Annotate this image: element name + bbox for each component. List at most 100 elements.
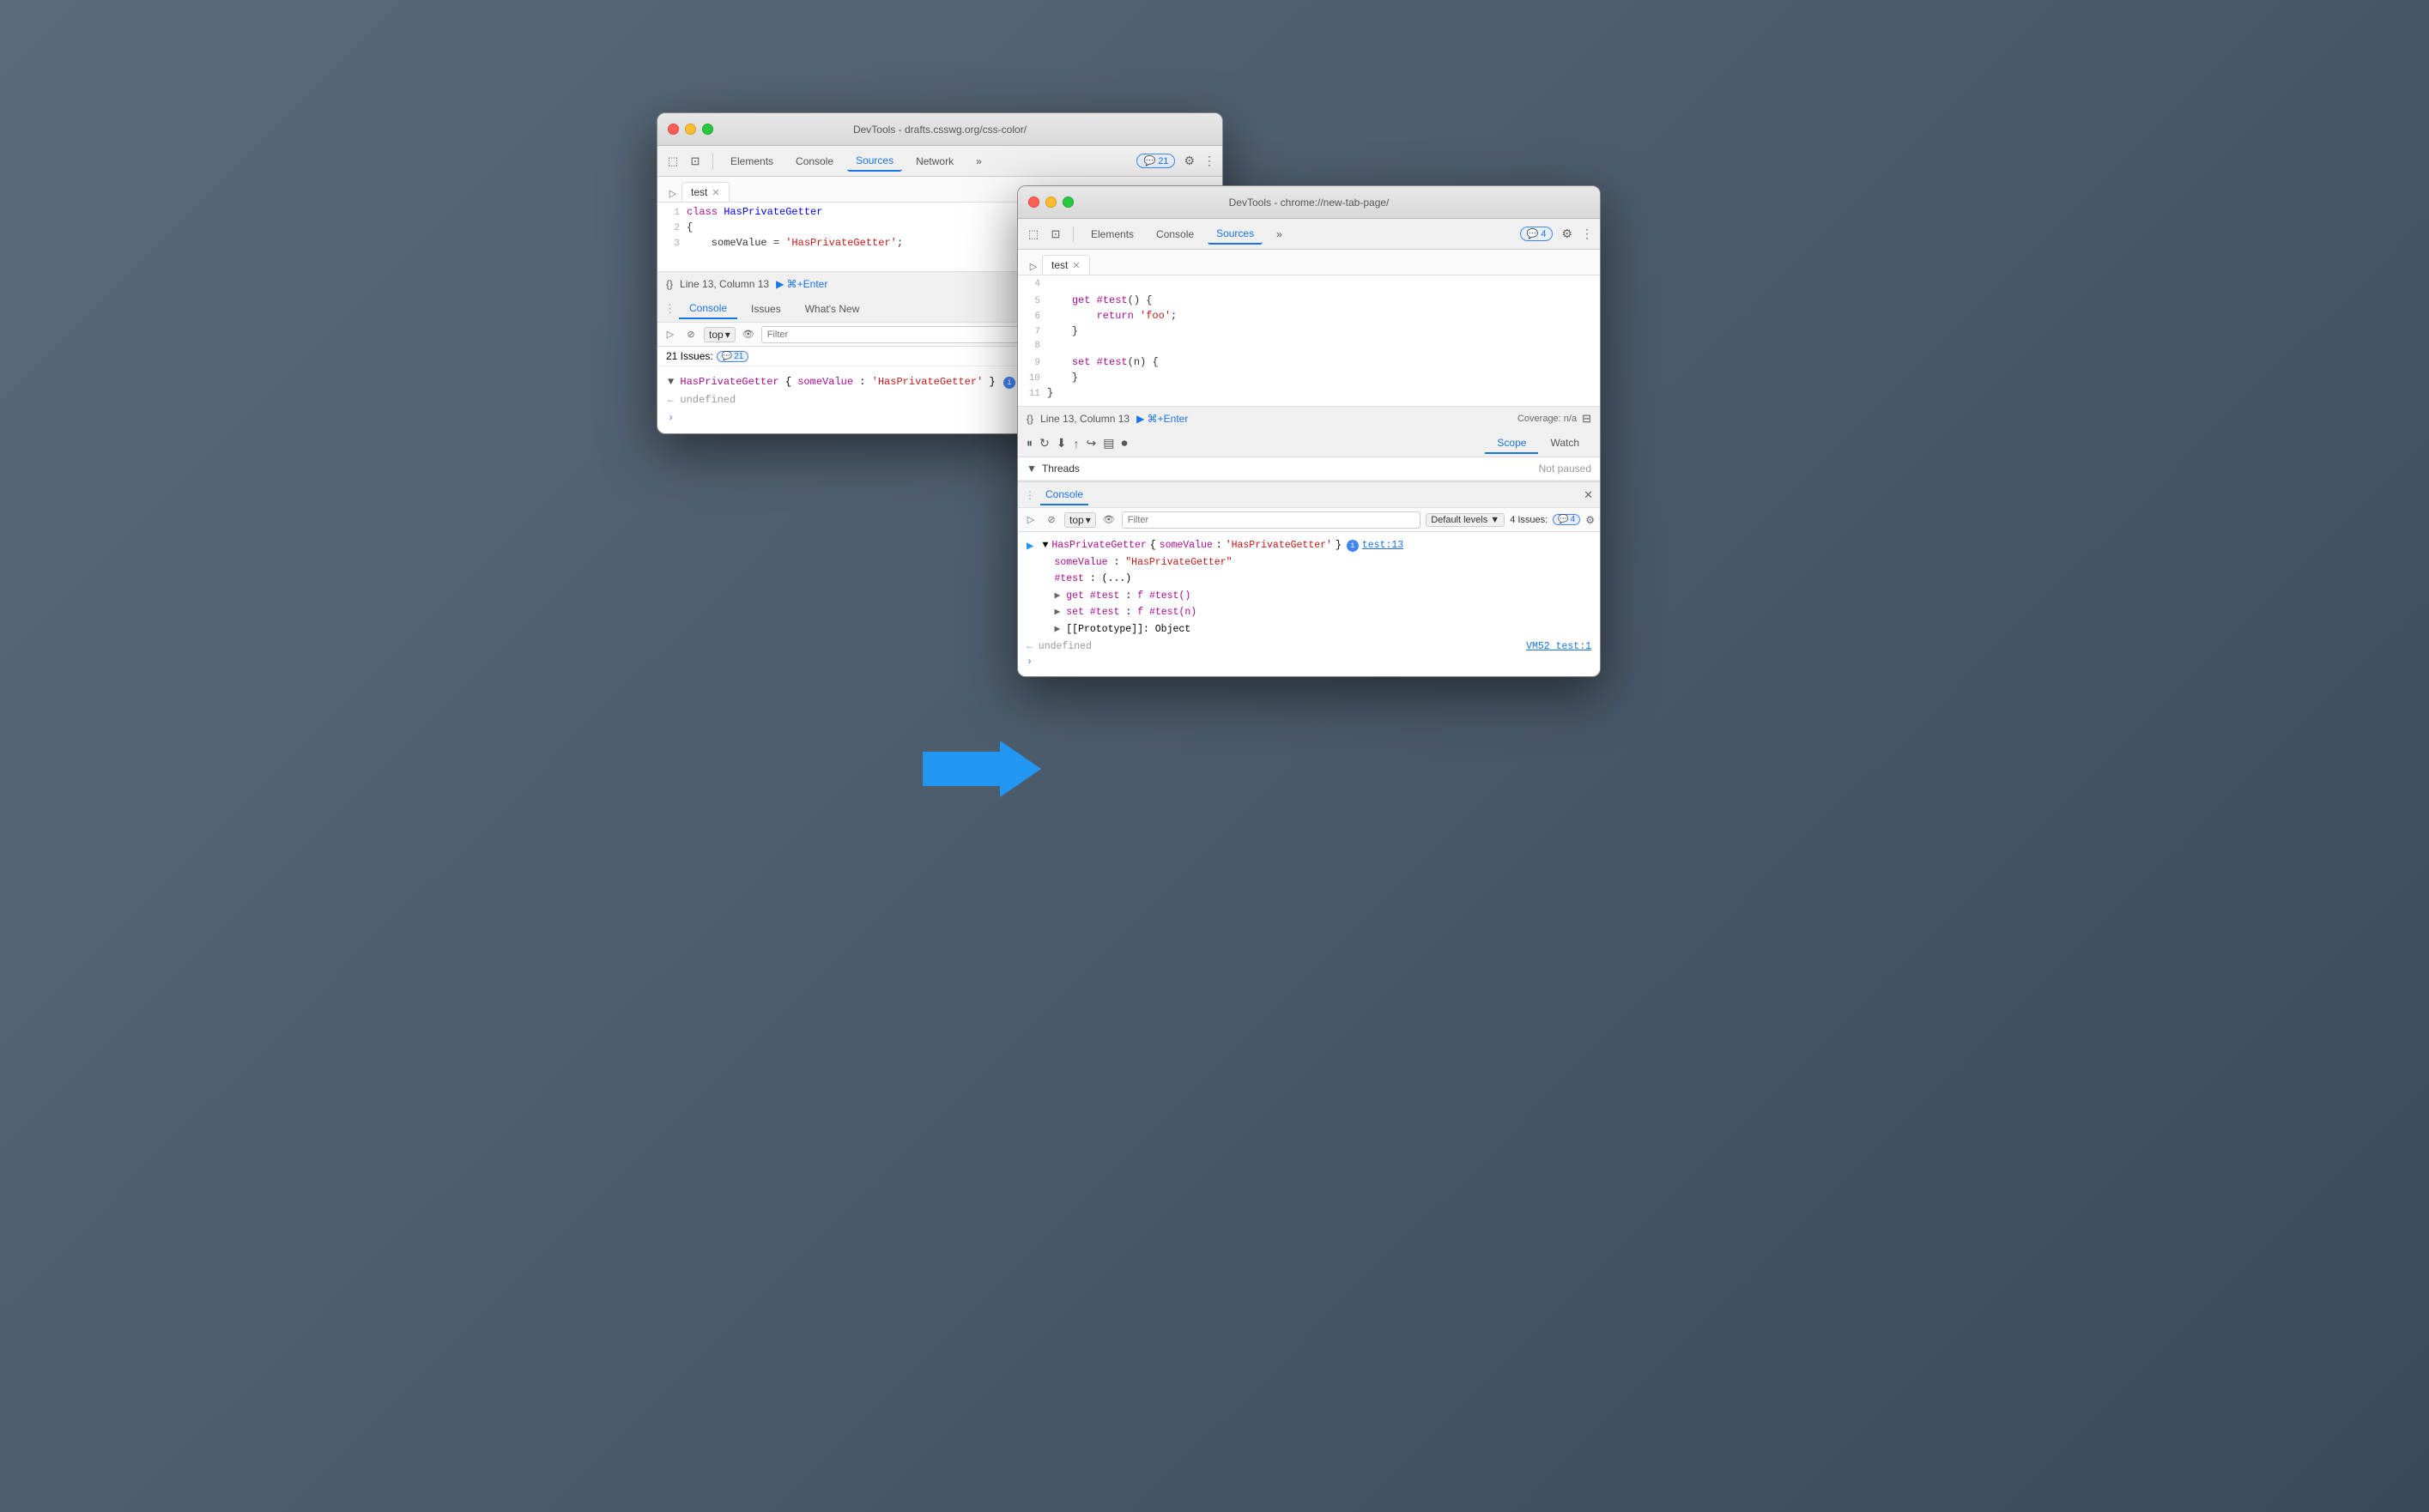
console-floating: ⋮ Console ✕ ▷ ⊘ top ▾ 👁 Default levels ▼… [1018,481,1600,676]
titlebar-back: DevTools - drafts.csswg.org/css-color/ [657,113,1222,146]
console-float-tab[interactable]: Console [1040,485,1088,505]
tab-network-front[interactable]: » [1268,225,1291,244]
obj-header-line: ▼ HasPrivateGetter { someValue : 'HasPri… [1042,537,1403,554]
eye-icon-back[interactable]: 👁 [741,327,756,342]
curly-icon: {} [666,278,673,290]
close-button-back[interactable] [668,124,679,135]
tab-more[interactable]: » [967,152,990,171]
device-icon-front[interactable]: ⊡ [1047,226,1064,243]
file-tab-test-front[interactable]: test ✕ [1042,255,1090,275]
threads-expand[interactable]: ▼ [1027,463,1037,475]
resume-btn[interactable]: ↻ [1039,436,1050,451]
devtools-window-front: DevTools - chrome://new-tab-page/ ⬚ ⊡ El… [1017,185,1601,677]
console-tab-issues-back[interactable]: Issues [741,299,791,318]
no-entry-icon-front[interactable]: ⊘ [1044,512,1059,528]
play-icon-back[interactable]: ▷ [664,184,681,202]
chat-icon-back: 💬 [1143,155,1155,166]
more-icon-front[interactable]: ⋮ [1581,227,1593,241]
inspect-icon-front[interactable]: ⬚ [1025,226,1042,243]
code-line-6: 6 return 'foo'; [1018,310,1600,325]
console-float-toolbar: ▷ ⊘ top ▾ 👁 Default levels ▼ 4 Issues: 💬… [1018,508,1600,532]
window-title-back: DevTools - drafts.csswg.org/css-color/ [853,124,1027,136]
code-line-7: 7 } [1018,325,1600,341]
console-prompt-front[interactable]: › [1027,655,1591,669]
more-icon-back[interactable]: ⋮ [1203,154,1215,168]
scope-tab-watch[interactable]: Watch [1538,433,1591,454]
settings-icon-front[interactable]: ⚙ [1561,227,1572,241]
threads-panel: ▼ Threads Not paused [1018,457,1600,481]
scope-tab-scope[interactable]: Scope [1485,433,1538,454]
tab-sources-front[interactable]: Sources [1208,224,1263,245]
file-tabs-front: ▷ test ✕ [1018,250,1600,275]
console-dots-back[interactable]: ⋮ [664,302,675,316]
clear-icon-back[interactable]: ▷ [663,327,678,342]
badge-front: 💬 4 [1520,227,1554,241]
toolbar-front: ⬚ ⊡ Elements Console Sources » 💬 4 ⚙ ⋮ [1018,219,1600,250]
top-dropdown-back[interactable]: top ▾ [704,327,736,342]
badge-back: 💬 21 [1136,154,1175,168]
code-line-5: 5 get #test() { [1018,294,1600,310]
breakpoints-btn[interactable]: ▤ [1103,436,1114,451]
file-tab-close-back[interactable]: ✕ [712,187,719,198]
info-icon-front[interactable]: i [1347,540,1359,552]
settings-icon-back[interactable]: ⚙ [1184,154,1195,168]
minimize-button-front[interactable] [1045,197,1057,208]
info-icon-back[interactable]: i [1003,377,1015,389]
filter-input-front[interactable] [1122,511,1420,529]
minimize-button-back[interactable] [685,124,696,135]
tab-network[interactable]: Network [907,152,962,171]
toolbar-back: ⬚ ⊡ Elements Console Sources Network » 💬… [657,146,1222,177]
row-indicator: ▶ [1027,537,1033,558]
step-into-btn[interactable]: ↑ [1073,437,1079,451]
traffic-lights-front [1028,197,1074,208]
chat-icon-front: 💬 [1527,228,1539,239]
debugger-toolbar: ⏸ ↻ ⬇ ↑ ↪ ▤ ⏺ Scope Watch [1018,430,1600,457]
no-entry-icon-back[interactable]: ⊘ [683,327,699,342]
tab-elements[interactable]: Elements [722,152,782,171]
inspect-icon[interactable]: ⬚ [664,153,681,170]
maximize-button-front[interactable] [1063,197,1074,208]
tab-sources[interactable]: Sources [847,151,902,172]
default-levels-dropdown[interactable]: Default levels ▼ [1426,513,1505,527]
play-icon-front[interactable]: ▷ [1025,257,1042,275]
tab-console-front[interactable]: Console [1148,225,1202,244]
tab-elements-front[interactable]: Elements [1082,225,1142,244]
issues-badge-front: 💬 4 [1553,514,1580,525]
vm-link[interactable]: VM52 test:1 [1526,641,1591,652]
code-line-4: 4 [1018,279,1600,294]
close-button-front[interactable] [1028,197,1039,208]
maximize-button-back[interactable] [702,124,713,135]
run-button-back[interactable]: ▶ ⌘+Enter [776,278,827,290]
step-over-btn[interactable]: ⬇ [1057,436,1067,451]
top-dropdown-front[interactable]: top ▾ [1064,512,1096,528]
console-tab-console-back[interactable]: Console [679,299,737,319]
pause-btn[interactable]: ⏸ [1027,436,1033,451]
prop-get-test: ▶ get #test : f #test() [1042,588,1403,605]
file-tab-test-back[interactable]: test ✕ [681,182,730,202]
eye-icon-front[interactable]: 👁 [1101,512,1117,528]
gear-console-front[interactable]: ⚙ [1585,514,1595,526]
issues-badge-back: 💬 21 [717,351,749,362]
clear-icon-front[interactable]: ▷ [1023,512,1039,528]
undefined-row-front: ← undefined VM52 test:1 [1027,641,1591,652]
code-line-8: 8 [1018,341,1600,356]
run-button-front[interactable]: ▶ ⌘+Enter [1136,413,1188,425]
issues-icon-back: 💬 [722,352,732,361]
test-link[interactable]: test:13 [1362,537,1403,554]
stop-btn[interactable]: ⏺ [1121,436,1127,451]
status-text-front: Line 13, Column 13 [1040,413,1130,425]
scope-tabs: Scope Watch [1485,433,1591,454]
coverage-expand[interactable]: ⊟ [1582,412,1591,426]
code-line-11: 11 } [1018,387,1600,402]
close-console-front[interactable]: ✕ [1584,488,1593,502]
file-tab-close-front[interactable]: ✕ [1072,260,1080,271]
console-dots-front[interactable]: ⋮ [1025,489,1035,501]
tab-console[interactable]: Console [787,152,842,171]
device-icon[interactable]: ⊡ [687,153,704,170]
coverage-label: Coverage: n/a ⊟ [1517,412,1591,426]
prop-set-test: ▶ set #test : f #test(n) [1042,604,1403,621]
console-tab-whats-new-back[interactable]: What's New [795,299,870,318]
step-out-btn[interactable]: ↪ [1086,436,1096,451]
curly-icon-front: {} [1027,413,1033,425]
console-float-content: ▶ ▼ HasPrivateGetter { someValue : 'HasP… [1018,532,1600,676]
